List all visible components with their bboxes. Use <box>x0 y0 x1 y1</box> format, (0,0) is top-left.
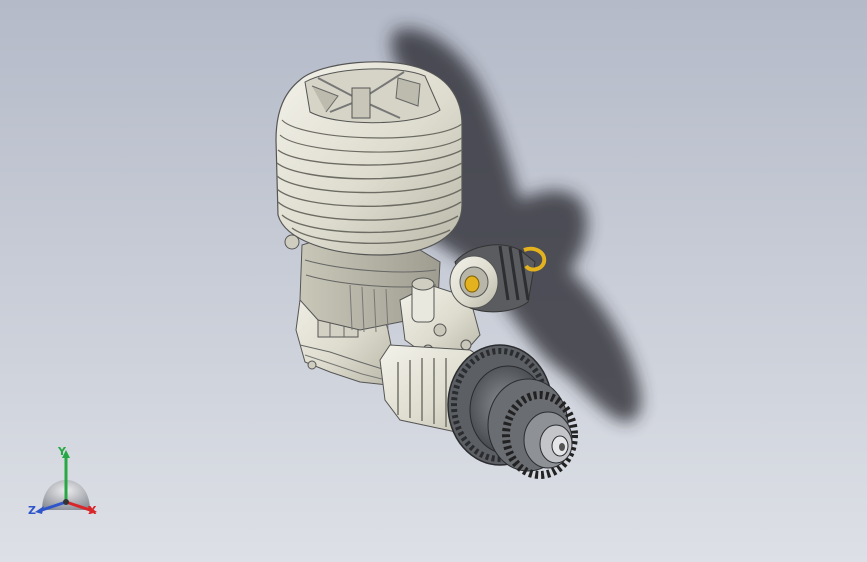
axis-triad: Y Z X <box>22 444 110 528</box>
graphics-viewport[interactable]: Y Z X <box>0 0 867 562</box>
engine-model[interactable] <box>0 0 867 562</box>
axis-z-label: Z <box>28 504 36 517</box>
axis-x-label: X <box>88 504 97 517</box>
axis-y-label: Y <box>58 445 66 458</box>
cylinder-head <box>275 61 463 256</box>
